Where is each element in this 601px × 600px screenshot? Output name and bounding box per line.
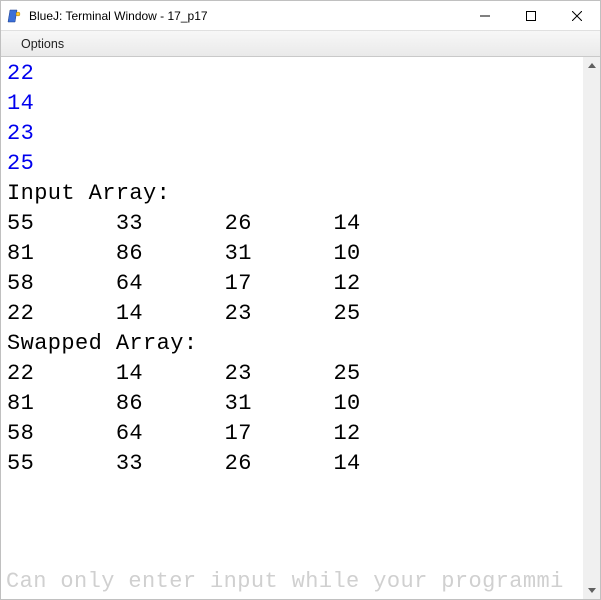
program-output: Input Array: 55 33 26 14 81 86 31 10 58 … bbox=[7, 181, 361, 476]
user-input-line: 23 bbox=[7, 121, 34, 146]
maximize-button[interactable] bbox=[508, 1, 554, 30]
scroll-down-icon[interactable] bbox=[583, 582, 600, 599]
close-button[interactable] bbox=[554, 1, 600, 30]
scrollbar[interactable] bbox=[583, 57, 600, 599]
menubar: Options bbox=[1, 31, 600, 57]
user-input-line: 22 bbox=[7, 61, 34, 86]
scroll-up-icon[interactable] bbox=[583, 57, 600, 74]
bluej-icon bbox=[7, 8, 23, 24]
minimize-button[interactable] bbox=[462, 1, 508, 30]
user-input-line: 25 bbox=[7, 151, 34, 176]
user-input-line: 14 bbox=[7, 91, 34, 116]
terminal-output[interactable]: 22 14 23 25 Input Array: 55 33 26 14 81 … bbox=[1, 57, 583, 599]
scroll-track[interactable] bbox=[583, 74, 600, 582]
window-title: BlueJ: Terminal Window - 17_p17 bbox=[29, 9, 462, 23]
status-line: Can only enter input while your programm… bbox=[6, 569, 564, 594]
titlebar: BlueJ: Terminal Window - 17_p17 bbox=[1, 1, 600, 31]
menu-options[interactable]: Options bbox=[13, 34, 72, 54]
window-controls bbox=[462, 1, 600, 30]
